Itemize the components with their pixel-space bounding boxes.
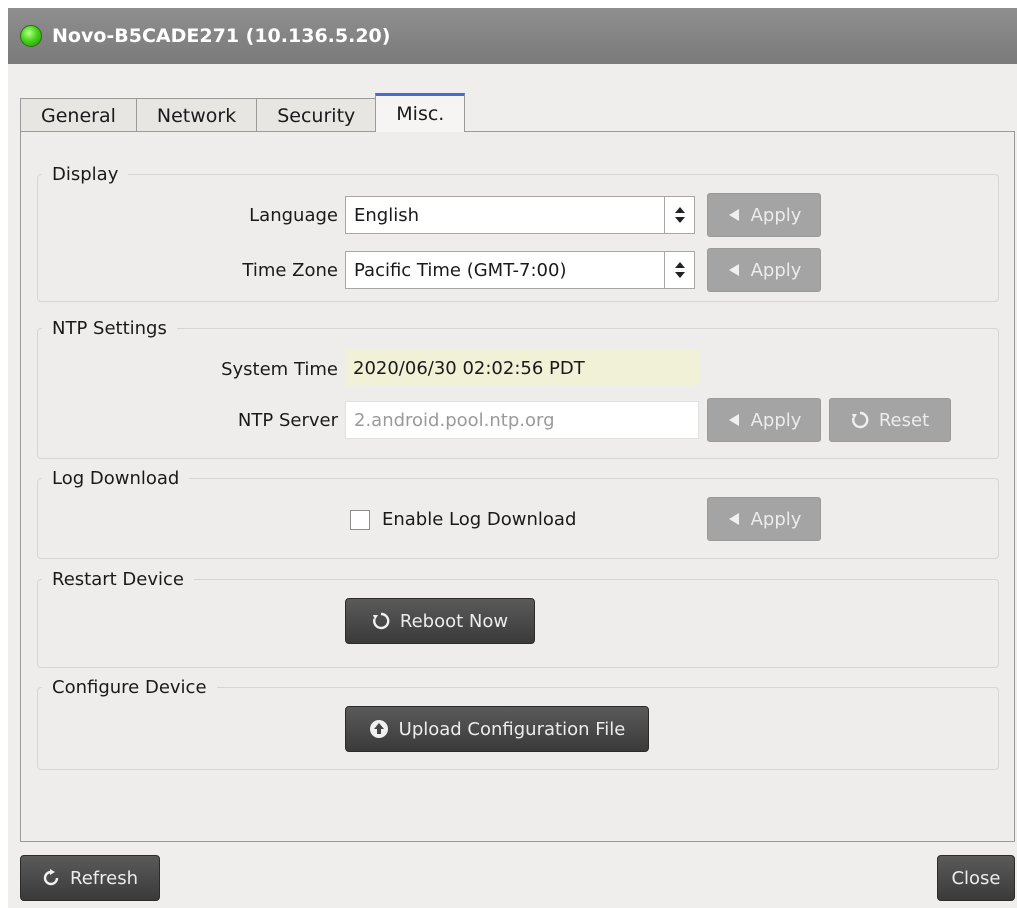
timezone-select[interactable]: Pacific Time (GMT-7:00) <box>345 251 695 289</box>
upload-circle-icon <box>369 719 389 739</box>
language-label: Language <box>249 205 338 226</box>
restart-device-group: Restart Device Reboot Now <box>37 569 999 668</box>
configure-legend: Configure Device <box>52 677 207 698</box>
apply-label: Apply <box>750 508 802 530</box>
reboot-now-button[interactable]: Reboot Now <box>345 598 535 644</box>
status-online-icon <box>20 25 42 47</box>
rotate-icon <box>851 411 869 429</box>
upload-label: Upload Configuration File <box>398 718 626 740</box>
ntp-server-label: NTP Server <box>237 410 338 431</box>
ntp-legend: NTP Settings <box>52 318 167 339</box>
system-time-value: 2020/06/30 02:02:56 PDT <box>345 350 699 386</box>
configure-device-group: Configure Device Upload Configuration Fi… <box>37 677 999 770</box>
apply-label: Apply <box>750 259 802 281</box>
language-apply-button[interactable]: Apply <box>707 193 821 237</box>
chevron-left-icon <box>727 512 741 526</box>
select-arrows-icon <box>664 252 694 288</box>
chevron-left-icon <box>727 263 741 277</box>
language-value: English <box>354 204 419 226</box>
enable-log-download-checkbox[interactable] <box>350 510 370 530</box>
ntp-group: NTP Settings System Time 2020/06/30 02:0… <box>37 318 999 459</box>
refresh-icon <box>42 869 60 887</box>
tab-network[interactable]: Network <box>135 98 258 132</box>
ntp-apply-button[interactable]: Apply <box>707 398 821 442</box>
rotate-icon <box>372 612 390 630</box>
tab-general[interactable]: General <box>20 98 137 132</box>
ntp-server-input[interactable]: 2.android.pool.ntp.org <box>345 401 699 439</box>
close-button[interactable]: Close <box>937 855 1015 901</box>
timezone-value: Pacific Time (GMT-7:00) <box>354 259 567 281</box>
language-select[interactable]: English <box>345 196 695 234</box>
log-download-group: Log Download Enable Log Download Apply <box>37 468 999 559</box>
timezone-label: Time Zone <box>242 260 338 281</box>
tab-misc[interactable]: Misc. <box>375 93 466 132</box>
timezone-apply-button[interactable]: Apply <box>707 248 821 292</box>
display-group: Display Language English Apply Time Zone… <box>37 164 999 302</box>
tab-panel-misc: Display Language English Apply Time Zone… <box>20 131 1015 842</box>
apply-label: Apply <box>750 204 802 226</box>
log-apply-button[interactable]: Apply <box>707 497 821 541</box>
refresh-label: Refresh <box>70 867 138 889</box>
display-legend: Display <box>52 164 119 185</box>
upload-configuration-button[interactable]: Upload Configuration File <box>345 706 649 752</box>
enable-log-download-label: Enable Log Download <box>382 509 577 530</box>
tab-security[interactable]: Security <box>256 98 377 132</box>
chevron-left-icon <box>727 413 741 427</box>
log-legend: Log Download <box>52 468 180 489</box>
reboot-label: Reboot Now <box>399 610 509 632</box>
tab-bar: General Network Security Misc. <box>20 93 466 132</box>
apply-label: Apply <box>750 409 802 431</box>
restart-legend: Restart Device <box>52 569 184 590</box>
close-label: Close <box>951 867 1001 889</box>
select-arrows-icon <box>664 197 694 233</box>
dialog-body: General Network Security Misc. Display L… <box>8 64 1017 908</box>
chevron-left-icon <box>727 208 741 222</box>
system-time-label: System Time <box>221 359 338 380</box>
window-title: Novo-B5CADE271 (10.136.5.20) <box>52 25 391 47</box>
ntp-server-placeholder: 2.android.pool.ntp.org <box>354 409 555 431</box>
window-titlebar: Novo-B5CADE271 (10.136.5.20) <box>8 8 1017 64</box>
ntp-reset-button[interactable]: Reset <box>829 398 951 442</box>
reset-label: Reset <box>878 409 930 431</box>
refresh-button[interactable]: Refresh <box>20 855 160 901</box>
